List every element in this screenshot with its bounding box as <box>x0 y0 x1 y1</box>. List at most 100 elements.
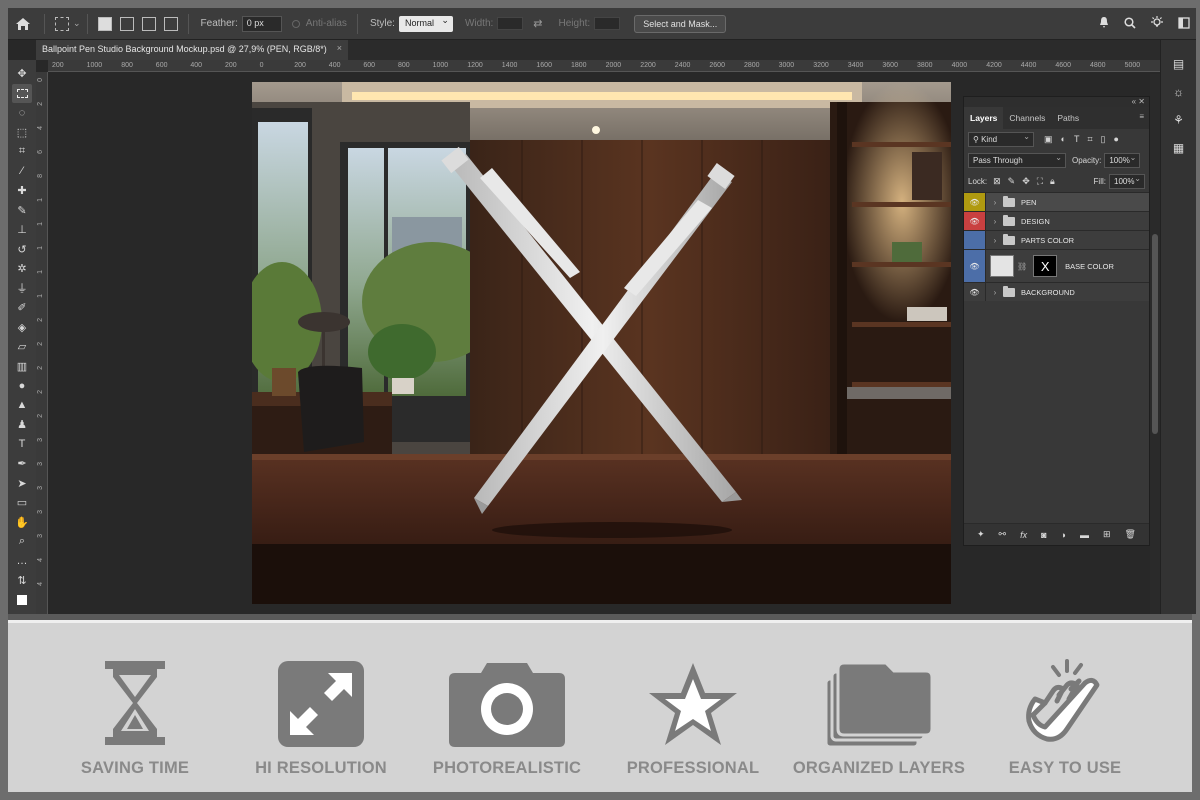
divider <box>44 13 45 34</box>
lasso-tool-icon[interactable]: ◌ <box>12 103 32 123</box>
more-tools-icon[interactable]: … <box>12 552 32 572</box>
layer-pen[interactable]: 👁︎ › PEN <box>964 192 1149 211</box>
chevron-right-icon[interactable]: › <box>990 217 1000 226</box>
link-icon[interactable]: ⛓ <box>1017 262 1027 271</box>
type-filter-icon[interactable]: T <box>1074 134 1080 145</box>
height-input[interactable] <box>594 17 621 30</box>
collapse-icon[interactable]: « ✕ <box>1132 97 1145 106</box>
visibility-off-icon[interactable] <box>964 231 986 249</box>
add-mask-icon[interactable]: ◙ <box>1041 530 1046 540</box>
color-swatches-icon[interactable] <box>12 591 32 611</box>
lightbulb-icon[interactable] <box>1150 15 1164 33</box>
width-input[interactable] <box>497 17 524 30</box>
shape-filter-icon[interactable]: ⌗ <box>1087 134 1092 145</box>
select-and-mask-button[interactable]: Select and Mask... <box>634 14 727 33</box>
new-layer-icon[interactable]: ⊞ <box>1103 529 1111 540</box>
type-tool-icon[interactable]: T <box>12 435 32 455</box>
document-tab[interactable]: Ballpoint Pen Studio Background Mockup.p… <box>36 40 348 60</box>
close-tab-icon[interactable]: × <box>337 43 342 53</box>
pixel-filter-icon[interactable]: ▣ <box>1044 134 1053 145</box>
swap-icon[interactable]: ⇄ <box>533 17 542 30</box>
blur-tool-icon[interactable]: ● <box>12 376 32 396</box>
adjustment-layer-icon[interactable]: ◑ <box>1061 530 1066 540</box>
fx-icon[interactable]: fx <box>1020 530 1027 540</box>
home-icon[interactable] <box>8 8 38 40</box>
bell-icon[interactable] <box>1098 16 1110 32</box>
eraser-tool-icon[interactable]: ▱ <box>12 337 32 357</box>
layer-design[interactable]: 👁︎ › DESIGN <box>964 211 1149 230</box>
layer-mask-thumbnail[interactable]: X <box>1033 255 1058 277</box>
marquee-tool-icon[interactable] <box>55 16 69 31</box>
visibility-eye-icon[interactable]: 👁︎ <box>964 193 986 211</box>
crop-tool-icon[interactable]: ⌗ <box>12 142 32 162</box>
chevron-right-icon[interactable]: › <box>990 288 1000 297</box>
edit-toolbar-icon[interactable]: ⇅ <box>12 571 32 591</box>
ruler-tick-label: 5000 <box>1124 62 1141 69</box>
gradient-tool-icon[interactable]: ▥ <box>12 357 32 377</box>
clone-stamp-tool-icon[interactable]: ⊥ <box>12 220 32 240</box>
style-select[interactable]: Normal <box>398 15 453 32</box>
tab-paths[interactable]: Paths <box>1051 107 1085 129</box>
visibility-eye-icon[interactable]: 👁︎ <box>964 283 986 301</box>
add-selection-icon[interactable] <box>119 16 134 31</box>
canvas-vertical-scrollbar[interactable] <box>1150 74 1160 614</box>
workspace-icon[interactable] <box>1178 16 1190 32</box>
layer-base-color[interactable]: 👁︎ ⛓ X BASE COLOR <box>964 249 1149 282</box>
history-brush-tool-icon[interactable]: ↺ <box>12 240 32 260</box>
glyphs-icon[interactable]: ⚘ <box>1169 110 1189 130</box>
folder-icon <box>1003 195 1015 207</box>
intersect-selection-icon[interactable] <box>163 16 178 31</box>
layer-parts-color[interactable]: › PARTS COLOR <box>964 230 1149 249</box>
layer-name: BASE COLOR <box>1065 261 1114 271</box>
layer-background[interactable]: 👁︎ › BACKGROUND <box>964 282 1149 301</box>
link-layers-icon[interactable]: ⚯ <box>999 529 1007 540</box>
puppet-warp-tool-icon[interactable]: ✲ <box>12 259 32 279</box>
lock-icons[interactable]: ⊠✎✥⛶🔒︎ <box>993 176 1062 187</box>
new-selection-icon[interactable] <box>97 16 112 31</box>
dodge-tool-icon[interactable]: ♟ <box>12 415 32 435</box>
hand-tool-icon[interactable]: ✋ <box>12 513 32 533</box>
visibility-eye-icon[interactable]: 👁︎ <box>964 250 986 282</box>
panel-menu-icon[interactable]: ≡ <box>1139 112 1144 121</box>
feather-input[interactable]: 0 px <box>241 15 282 32</box>
paint-bucket-tool-icon[interactable]: ◈ <box>12 318 32 338</box>
tab-channels[interactable]: Channels <box>1003 107 1051 129</box>
adjustment-filter-icon[interactable]: ◐ <box>1061 134 1066 145</box>
stamp-tool-icon[interactable]: ⏚ <box>12 279 32 299</box>
mixer-brush-tool-icon[interactable]: ✐ <box>12 298 32 318</box>
smart-object-filter-icon[interactable]: ▯ <box>1101 134 1106 145</box>
sharpen-tool-icon[interactable]: ▲ <box>12 396 32 416</box>
eyedropper-tool-icon[interactable]: ⁄ <box>12 162 32 182</box>
visibility-eye-icon[interactable]: 👁︎ <box>964 212 986 230</box>
search-icon[interactable] <box>1124 16 1136 32</box>
pen-tool-icon[interactable]: ✒ <box>12 454 32 474</box>
chevron-right-icon[interactable]: › <box>990 236 1000 245</box>
character-panel-icon[interactable]: ▤ <box>1169 54 1189 74</box>
delete-layer-icon[interactable]: 🗑︎ <box>1125 529 1136 540</box>
chevron-down-icon[interactable]: ⌄ <box>73 18 81 29</box>
healing-brush-tool-icon[interactable]: ✚ <box>12 181 32 201</box>
adjustments-icon[interactable]: ☼ <box>1169 82 1189 102</box>
pin-icon[interactable]: ✦ <box>977 529 985 540</box>
rectangular-marquee-tool-icon[interactable] <box>12 83 32 103</box>
chevron-right-icon[interactable]: › <box>990 198 1000 207</box>
anti-alias-checkbox[interactable] <box>291 19 300 28</box>
filter-toggle-icon[interactable]: ● <box>1113 134 1118 145</box>
properties-icon[interactable]: ▦ <box>1169 138 1189 158</box>
shape-tool-icon[interactable]: ▭ <box>12 493 32 513</box>
height-label: Height: <box>558 18 591 29</box>
move-tool-icon[interactable]: ✥ <box>12 64 32 84</box>
filter-kind-select[interactable]: ⚲ Kind <box>968 132 1034 147</box>
brush-tool-icon[interactable]: ✎ <box>12 201 32 221</box>
tab-layers[interactable]: Layers <box>964 107 1004 129</box>
object-selection-tool-icon[interactable]: ⬚ <box>12 123 32 143</box>
opacity-input[interactable]: 100% <box>1104 153 1141 168</box>
scroll-thumb[interactable] <box>1152 234 1158 434</box>
document-canvas[interactable] <box>252 82 951 604</box>
blend-mode-select[interactable]: Pass Through <box>968 153 1066 168</box>
subtract-selection-icon[interactable] <box>141 16 156 31</box>
fill-input[interactable]: 100% <box>1109 174 1145 189</box>
new-group-icon[interactable]: ▬ <box>1080 530 1089 540</box>
path-selection-tool-icon[interactable]: ➤ <box>12 474 32 494</box>
zoom-tool-icon[interactable]: ⌕ <box>12 532 32 552</box>
